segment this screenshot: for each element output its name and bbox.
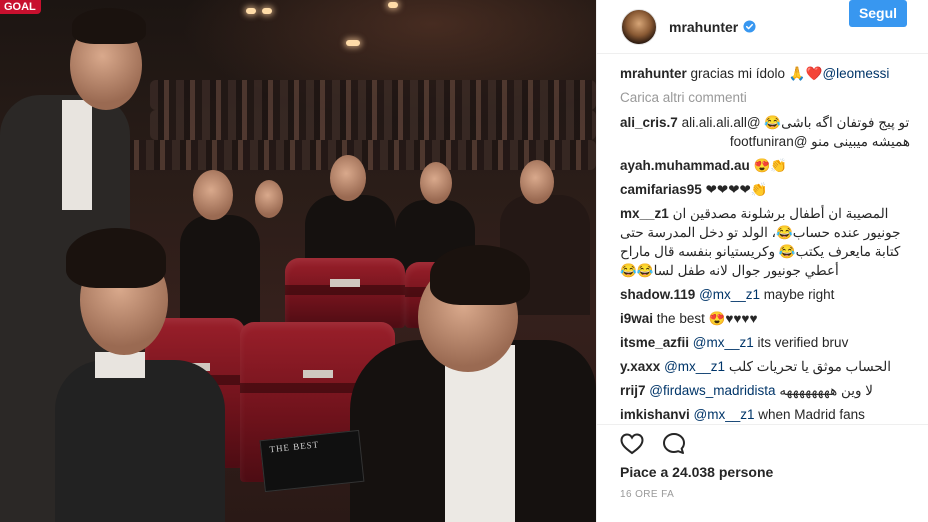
boy-hair bbox=[66, 228, 166, 288]
caption-username[interactable]: mrahunter bbox=[620, 66, 687, 81]
standing-man-shirt bbox=[62, 100, 92, 210]
award-booklet: THE BEST bbox=[259, 429, 365, 493]
guest-face bbox=[193, 170, 233, 220]
caption-text: gracias mi ídolo 🙏❤️ bbox=[686, 66, 823, 81]
comment-mention[interactable]: @mx__z1 bbox=[699, 287, 760, 302]
audience-row bbox=[150, 80, 596, 110]
goal-watermark: GOAL bbox=[0, 0, 41, 14]
comment-username[interactable]: y.xaxx bbox=[620, 359, 660, 374]
load-more-comments-link[interactable]: Carica altri commenti bbox=[620, 88, 910, 107]
comment-item: ali_cris.7 تو پیج فوتفان اگه باشی😂 @ali.… bbox=[620, 113, 910, 151]
comment-username[interactable]: imkishanvi bbox=[620, 407, 690, 422]
comment-item: imkishanvi @mx__z1 when Madrid fans bbox=[620, 405, 910, 424]
comment-username[interactable]: ali_cris.7 bbox=[620, 115, 678, 130]
theatre-seat bbox=[285, 258, 405, 328]
guest-face bbox=[420, 162, 452, 204]
comment-mention[interactable]: @mx__z1 bbox=[693, 335, 754, 350]
comment-username[interactable]: rrij7 bbox=[620, 383, 646, 398]
comment-mention[interactable]: @mx__z1 bbox=[664, 359, 725, 374]
comment-text: 😍👏 bbox=[753, 158, 788, 173]
comment-item: mx__z1 المصيبة ان أطفال برشلونة مصدقين ا… bbox=[620, 204, 910, 280]
comment-item: y.xaxx @mx__z1 الحساب موثق يا تحريات كلب bbox=[620, 357, 910, 376]
comment-text: ❤❤❤❤👏 bbox=[705, 182, 768, 197]
comment-username[interactable]: shadow.119 bbox=[620, 287, 695, 302]
post-header: mrahunter Segul bbox=[597, 0, 928, 54]
likes-count[interactable]: Piace a 24.038 persone bbox=[620, 464, 773, 480]
comment-username[interactable]: mx__z1 bbox=[620, 206, 669, 221]
post-timestamp: 16 ORE FA bbox=[620, 489, 675, 500]
comment-mention[interactable]: @firdaws_madridista bbox=[649, 383, 775, 398]
boy-collar bbox=[95, 352, 145, 378]
comment-mention[interactable]: @mx__z1 bbox=[694, 407, 755, 422]
comment-text-continued: همیشه میبینی منو @footfuniran bbox=[729, 134, 910, 149]
comments-list: mrahunter gracias mi ídolo 🙏❤️@leomessi … bbox=[620, 64, 910, 429]
seated-man-shirt bbox=[445, 345, 515, 522]
comment-username[interactable]: i9wai bbox=[620, 311, 653, 326]
stage-light bbox=[262, 8, 272, 14]
follow-button[interactable]: Segul bbox=[849, 0, 907, 27]
award-booklet-title: THE BEST bbox=[269, 439, 320, 455]
post-side-panel: mrahunter Segul mrahunter gracias mi ído… bbox=[596, 0, 928, 522]
caption: mrahunter gracias mi ídolo 🙏❤️@leomessi bbox=[620, 64, 910, 83]
comment-username[interactable]: camifarias95 bbox=[620, 182, 702, 197]
comment-username[interactable]: itsme_azfii bbox=[620, 335, 689, 350]
verified-badge-icon bbox=[743, 20, 756, 33]
avatar[interactable] bbox=[621, 8, 657, 45]
comment-item: camifarias95 ❤❤❤❤👏 bbox=[620, 180, 910, 199]
comment-item: ayah.muhammad.au 😍👏 bbox=[620, 156, 910, 175]
guest-face bbox=[520, 160, 554, 204]
heart-icon[interactable] bbox=[619, 431, 645, 457]
instagram-post: THE BEST GOAL mrahunter Segul mrahunter … bbox=[0, 0, 928, 522]
comment-icon[interactable] bbox=[661, 431, 687, 457]
boy-suit bbox=[55, 360, 225, 522]
comment-text: الحساب موثق يا تحريات كلب bbox=[725, 359, 892, 374]
comment-text: maybe right bbox=[760, 287, 835, 302]
caption-mention[interactable]: @leomessi bbox=[822, 66, 889, 81]
header-username[interactable]: mrahunter bbox=[669, 19, 738, 35]
comment-username[interactable]: ayah.muhammad.au bbox=[620, 158, 750, 173]
comment-text: تو پیج فوتفان اگه باشی😂 @ali.ali.ali.all bbox=[681, 115, 910, 130]
comment-text: the best 😍♥♥♥♥ bbox=[656, 311, 758, 326]
seated-man-hair bbox=[430, 245, 530, 305]
post-actions: Piace a 24.038 persone 16 ORE FA bbox=[597, 424, 928, 500]
comment-text: its verified bruv bbox=[753, 335, 849, 350]
standing-man-hair bbox=[72, 8, 146, 44]
audience-row bbox=[150, 110, 596, 140]
stage-light bbox=[246, 8, 256, 14]
guest-suit bbox=[180, 215, 260, 325]
comment-text: when Madrid fans bbox=[754, 407, 865, 422]
comment-item: i9wai the best 😍♥♥♥♥ bbox=[620, 309, 910, 328]
stage-light bbox=[388, 2, 398, 8]
comment-item: shadow.119 @mx__z1 maybe right bbox=[620, 285, 910, 304]
action-icons bbox=[619, 431, 687, 457]
guest-face bbox=[255, 180, 283, 218]
guest-face bbox=[330, 155, 366, 201]
comment-text: لا وين ههههههههه bbox=[775, 383, 873, 398]
comment-item: rrij7 @firdaws_madridista لا وين ههههههه… bbox=[620, 381, 910, 400]
stage-light bbox=[346, 40, 360, 46]
comment-item: itsme_azfii @mx__z1 its verified bruv bbox=[620, 333, 910, 352]
post-photo[interactable]: THE BEST GOAL bbox=[0, 0, 596, 522]
